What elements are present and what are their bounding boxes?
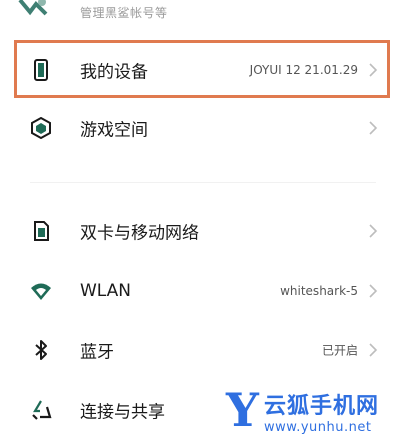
- wlan-network-name: whiteshark-5: [280, 284, 358, 298]
- game-space-label: 游戏空间: [80, 120, 148, 141]
- watermark-url: www.yunhu.net: [264, 420, 372, 435]
- sim-network-row[interactable]: 双卡与移动网络: [0, 203, 404, 259]
- avatar: [18, 0, 48, 16]
- section-divider: [30, 182, 376, 183]
- sim-card-icon: [34, 221, 49, 241]
- wifi-icon: [31, 283, 51, 300]
- watermark-name: 云狐手机网: [264, 394, 380, 419]
- account-subtitle: 管理黑鲨帐号等: [80, 6, 168, 20]
- share-connection-icon: [32, 400, 52, 420]
- game-space-row[interactable]: 游戏空间: [0, 100, 404, 156]
- watermark-logo: Y: [226, 383, 259, 437]
- bluetooth-label: 蓝牙: [80, 342, 114, 363]
- site-watermark: Y 云狐手机网 www.yunhu.net: [226, 384, 396, 444]
- highlight-box: [14, 40, 390, 98]
- wlan-row[interactable]: WLAN whiteshark-5: [0, 263, 404, 319]
- connection-sharing-label: 连接与共享: [80, 402, 165, 423]
- chevron-right-icon: [369, 224, 378, 238]
- bluetooth-icon: [35, 340, 47, 360]
- wlan-label: WLAN: [80, 281, 132, 301]
- bluetooth-row[interactable]: 蓝牙 已开启: [0, 322, 404, 378]
- chevron-right-icon: [369, 343, 378, 357]
- bluetooth-status: 已开启: [321, 343, 358, 358]
- sim-network-label: 双卡与移动网络: [80, 223, 199, 244]
- game-space-icon: [31, 117, 51, 139]
- chevron-right-icon: [369, 121, 378, 135]
- chevron-right-icon: [369, 284, 378, 298]
- account-row-partial[interactable]: 管理黑鲨帐号等: [0, 0, 404, 26]
